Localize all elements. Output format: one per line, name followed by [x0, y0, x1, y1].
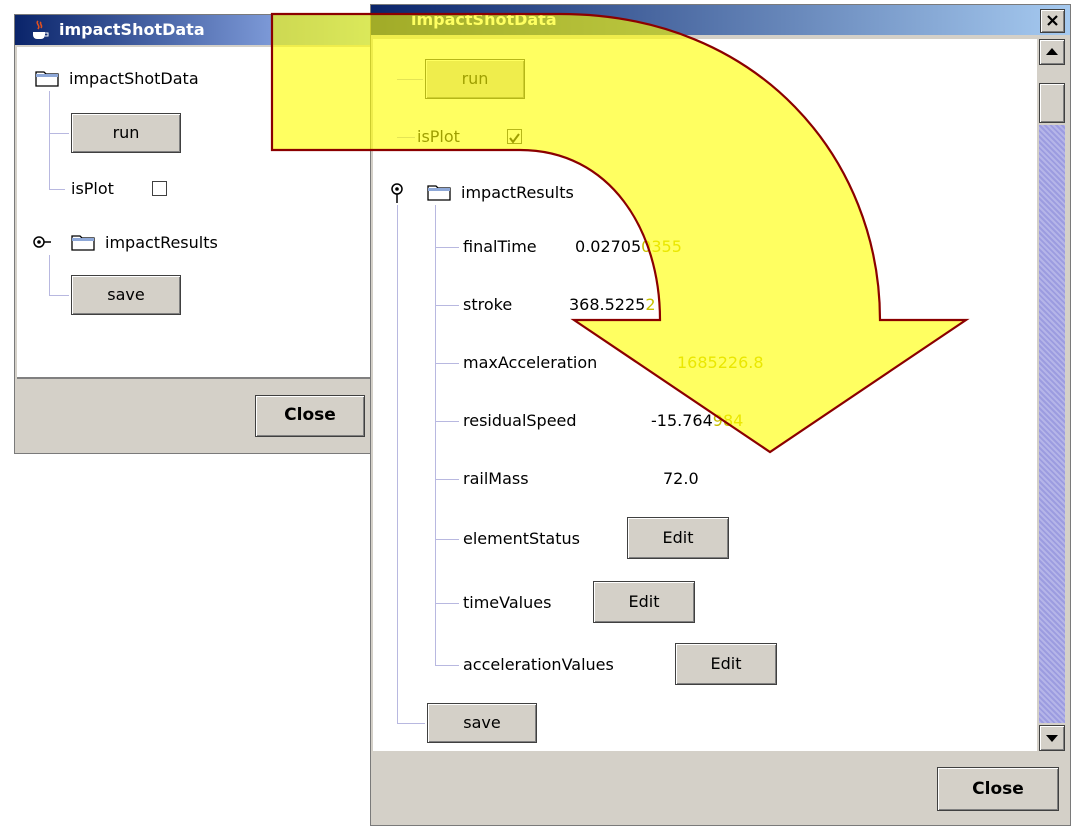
tree-root-label: impactShotData: [69, 69, 199, 88]
right-window: impactShotData run isPlot impactResults: [370, 4, 1071, 826]
close-icon: [1047, 15, 1058, 26]
folder-icon: [427, 185, 451, 201]
field-value-finaltime: 0.027050355: [575, 237, 682, 256]
java-cup-icon: [33, 20, 49, 39]
tree-line: [435, 539, 459, 540]
left-window-titlebar[interactable]: impactShotData: [15, 15, 385, 45]
tree-line: [397, 205, 398, 723]
scrollbar-track-fill[interactable]: [1039, 125, 1065, 723]
tree-line: [49, 295, 69, 296]
tree-line: [435, 479, 459, 480]
field-label-railmass: railMass: [463, 469, 529, 488]
field-label-finaltime: finalTime: [463, 237, 537, 256]
impact-results-label: impactResults: [461, 183, 574, 202]
edit-elementstatus-button[interactable]: Edit: [627, 517, 729, 559]
isplot-checkbox[interactable]: [507, 129, 522, 144]
save-button[interactable]: save: [71, 275, 181, 315]
tree-line: [435, 247, 459, 248]
tree-line: [435, 205, 436, 665]
impact-results-label: impactResults: [105, 233, 218, 252]
isplot-label: isPlot: [71, 179, 114, 198]
run-button[interactable]: run: [71, 113, 181, 153]
scroll-up-button[interactable]: [1039, 39, 1065, 65]
left-window-title: impactShotData: [59, 20, 205, 39]
tree-line: [435, 665, 459, 666]
tree-collapse-icon[interactable]: [389, 181, 409, 203]
edit-accelerationvalues-button[interactable]: Edit: [675, 643, 777, 685]
close-button[interactable]: Close: [937, 767, 1059, 811]
check-icon: [509, 133, 520, 144]
field-value-maxacceleration: 1685226.8: [677, 353, 764, 372]
arrow-down-icon: [1046, 735, 1058, 742]
run-button[interactable]: run: [425, 59, 525, 99]
edit-timevalues-button[interactable]: Edit: [593, 581, 695, 623]
scrollbar-thumb[interactable]: [1039, 83, 1065, 123]
tree-line: [49, 255, 50, 295]
field-label-accelerationvalues: accelerationValues: [463, 655, 614, 674]
tree-line: [49, 189, 65, 190]
field-value-stroke: 368.52252: [569, 295, 656, 314]
right-tree-pane: run isPlot impactResults finalTime 0.027…: [373, 39, 1037, 751]
folder-icon: [35, 71, 59, 87]
left-window: impactShotData impactShotData run isPlot…: [14, 14, 386, 454]
save-button[interactable]: save: [427, 703, 537, 743]
tree-line: [397, 723, 425, 724]
isplot-checkbox[interactable]: [152, 181, 167, 196]
tree-line: [49, 133, 69, 134]
tree-line: [49, 133, 50, 189]
folder-icon: [71, 235, 95, 251]
tree-line: [397, 79, 423, 80]
tree-line: [435, 363, 459, 364]
right-window-titlebar[interactable]: impactShotData: [371, 5, 1070, 35]
tree-line: [435, 603, 459, 604]
field-label-maxacceleration: maxAcceleration: [463, 353, 598, 372]
field-label-elementstatus: elementStatus: [463, 529, 580, 548]
tree-line: [49, 91, 50, 133]
tree-line: [435, 305, 459, 306]
field-label-timevalues: timeValues: [463, 593, 552, 612]
tree-line: [397, 137, 415, 138]
right-window-title: impactShotData: [411, 10, 557, 29]
field-value-railmass: 72.0: [663, 469, 699, 488]
close-x-button[interactable]: [1040, 9, 1065, 33]
tree-collapse-icon[interactable]: [31, 231, 51, 253]
field-label-stroke: stroke: [463, 295, 513, 314]
field-label-residualspeed: residualSpeed: [463, 411, 577, 430]
isplot-label: isPlot: [417, 127, 460, 146]
field-value-residualspeed: -15.764984: [651, 411, 744, 430]
scroll-down-button[interactable]: [1039, 725, 1065, 751]
left-tree-pane: impactShotData run isPlot impactResults …: [17, 47, 383, 379]
arrow-up-icon: [1046, 48, 1058, 55]
tree-line: [435, 421, 459, 422]
close-button[interactable]: Close: [255, 395, 365, 437]
